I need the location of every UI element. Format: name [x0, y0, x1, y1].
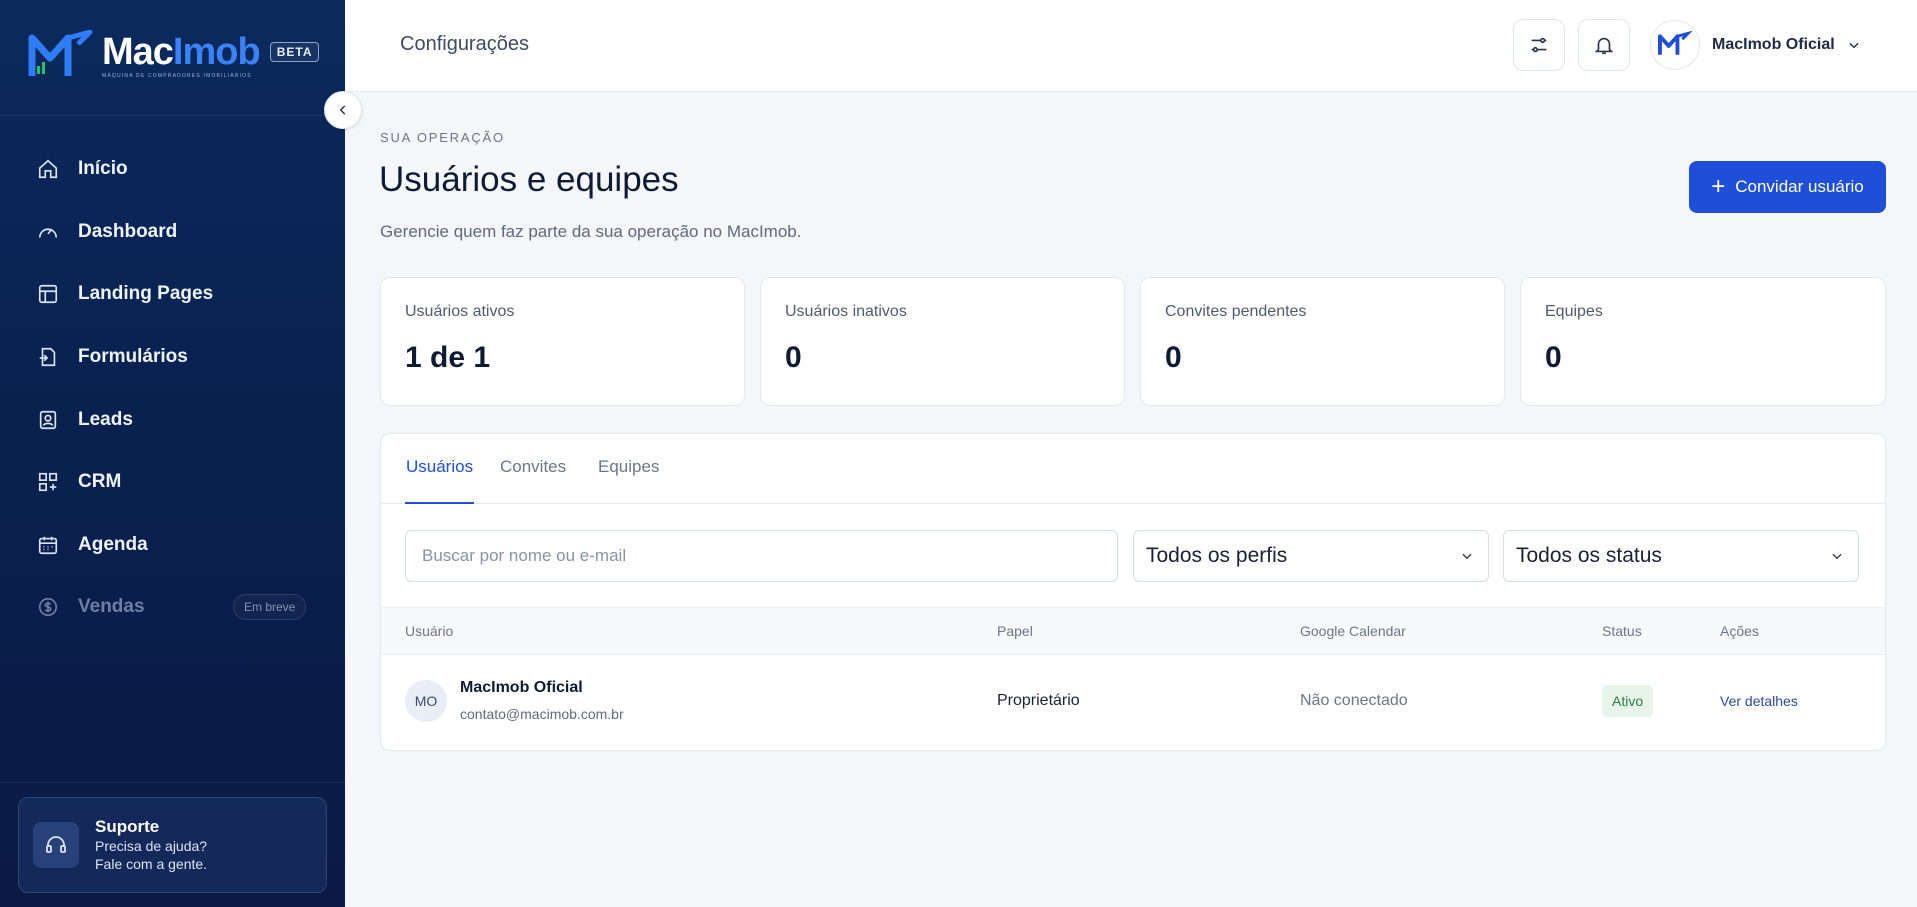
support-text: Fale com a gente.: [95, 856, 208, 872]
coming-soon-badge: Em breve: [233, 594, 307, 621]
sidebar-item-label: Vendas: [78, 596, 145, 618]
column-header: Status: [1602, 623, 1642, 639]
chevron-down-icon: [1832, 553, 1842, 560]
main-content: SUA OPERAÇÃO Usuários e equipes Gerencie…: [345, 92, 1917, 907]
stat-label: Equipes: [1545, 303, 1603, 320]
notifications-button[interactable]: [1578, 19, 1630, 71]
layout-icon: [36, 282, 60, 306]
column-header: Google Calendar: [1300, 623, 1406, 639]
page-eyebrow: SUA OPERAÇÃO: [380, 130, 505, 145]
stat-card-teams: Equipes 0: [1520, 277, 1886, 406]
gauge-icon: [36, 220, 60, 244]
logo-icon: [28, 30, 93, 76]
sidebar-item-crm[interactable]: CRM: [0, 451, 345, 514]
top-header: Configurações MacImob Oficial: [345, 0, 1917, 92]
chevron-left-icon: [339, 105, 346, 115]
plus-icon: +: [1711, 173, 1726, 200]
stat-label: Usuários inativos: [785, 303, 907, 320]
form-icon: [36, 345, 60, 369]
home-icon: [36, 157, 60, 181]
chevron-down-icon: [1462, 553, 1472, 560]
grid-plus-icon: [36, 470, 60, 494]
contact-icon: [36, 408, 60, 432]
stat-value: 0: [1545, 341, 1562, 374]
status-select[interactable]: Todos os status: [1503, 530, 1859, 582]
page-title: Usuários e equipes: [379, 160, 679, 199]
sliders-icon: [1531, 37, 1547, 53]
view-details-link[interactable]: Ver detalhes: [1720, 693, 1798, 709]
sidebar-item-label: Formulários: [78, 346, 188, 368]
sidebar: MacImob MÁQUINA DE COMPRADORES IMOBILIÁR…: [0, 0, 345, 907]
google-calendar-status: Não conectado: [1300, 692, 1408, 709]
user-role: Proprietário: [997, 692, 1080, 709]
sidebar-item-vendas: Vendas Em breve: [0, 576, 345, 639]
status-select-value: Todos os status: [1516, 544, 1662, 567]
chevron-down-icon: [1849, 42, 1859, 49]
logo-icon: [1658, 31, 1692, 55]
table-row: MO MacImob Oficial contato@macimob.com.b…: [381, 655, 1885, 747]
avatar: MO: [405, 680, 447, 722]
sidebar-item-label: CRM: [78, 471, 122, 493]
brand-logo[interactable]: MacImob MÁQUINA DE COMPRADORES IMOBILIÁR…: [28, 28, 328, 84]
support-text: Precisa de ajuda?: [95, 838, 208, 854]
user-menu[interactable]: MacImob Oficial: [1650, 20, 1861, 70]
stat-label: Convites pendentes: [1165, 303, 1307, 320]
filters-button[interactable]: [1513, 19, 1565, 71]
avatar: [1650, 20, 1700, 70]
column-header: Papel: [997, 623, 1033, 639]
table-header: Usuário Papel Google Calendar Status Açõ…: [381, 607, 1885, 655]
brand-tagline: MÁQUINA DE COMPRADORES IMOBILIÁRIOS: [102, 73, 252, 79]
invite-user-label: Convidar usuário: [1735, 177, 1864, 196]
sidebar-item-agenda[interactable]: Agenda: [0, 514, 345, 577]
status-badge: Ativo: [1602, 685, 1654, 717]
beta-badge: BETA: [269, 42, 320, 62]
stat-value: 0: [1165, 341, 1182, 374]
sidebar-divider: [0, 115, 345, 116]
invite-user-button[interactable]: + Convidar usuário: [1689, 161, 1886, 213]
sidebar-item-label: Landing Pages: [78, 283, 214, 305]
tab-usuarios[interactable]: Usuários: [405, 457, 475, 504]
sidebar-item-leads[interactable]: Leads: [0, 388, 345, 451]
search-input[interactable]: [405, 530, 1118, 582]
sidebar-item-formularios[interactable]: Formulários: [0, 326, 345, 389]
support-card[interactable]: Suporte Precisa de ajuda? Fale com a gen…: [18, 797, 327, 893]
header-title: Configurações: [400, 33, 529, 55]
sidebar-item-dashboard[interactable]: Dashboard: [0, 201, 345, 264]
stat-label: Usuários ativos: [405, 303, 515, 320]
column-header: Usuário: [405, 623, 454, 639]
sidebar-item-label: Leads: [78, 408, 133, 430]
stat-card-inactive-users: Usuários inativos 0: [760, 277, 1125, 406]
sidebar-item-label: Agenda: [78, 533, 148, 555]
brand-name: MacImob: [102, 31, 261, 73]
tab-equipes[interactable]: Equipes: [598, 457, 659, 504]
user-email: contato@macimob.com.br: [460, 706, 624, 722]
tab-convites[interactable]: Convites: [500, 457, 566, 504]
stat-card-active-users: Usuários ativos 1 de 1: [380, 277, 745, 406]
sidebar-item-inicio[interactable]: Início: [0, 138, 345, 201]
sidebar-nav: Início Dashboard Landing Pages Formulári…: [0, 138, 345, 639]
users-panel: Usuários Convites Equipes Todos os perfi…: [380, 433, 1886, 751]
sidebar-item-label: Dashboard: [78, 220, 178, 242]
page-subtitle: Gerencie quem faz parte da sua operação …: [380, 222, 802, 241]
user-name: MacImob Oficial: [1712, 36, 1835, 53]
profile-select-value: Todos os perfis: [1146, 544, 1288, 567]
stat-card-pending-invites: Convites pendentes 0: [1140, 277, 1505, 406]
column-header: Ações: [1720, 623, 1759, 639]
calendar-icon: [36, 533, 60, 557]
bell-icon: [1594, 37, 1614, 55]
profile-select[interactable]: Todos os perfis: [1133, 530, 1489, 582]
collapse-sidebar-button[interactable]: [324, 91, 362, 129]
sidebar-item-landing-pages[interactable]: Landing Pages: [0, 263, 345, 326]
user-name: MacImob Oficial: [460, 679, 583, 696]
tab-bar: Usuários Convites Equipes: [381, 434, 1885, 504]
dollar-icon: [36, 595, 60, 619]
headset-icon: [33, 822, 79, 868]
stat-value: 1 de 1: [405, 341, 491, 374]
sidebar-item-label: Início: [78, 158, 128, 180]
sidebar-divider: [0, 782, 345, 783]
support-title: Suporte: [95, 817, 160, 836]
stat-value: 0: [785, 341, 802, 374]
